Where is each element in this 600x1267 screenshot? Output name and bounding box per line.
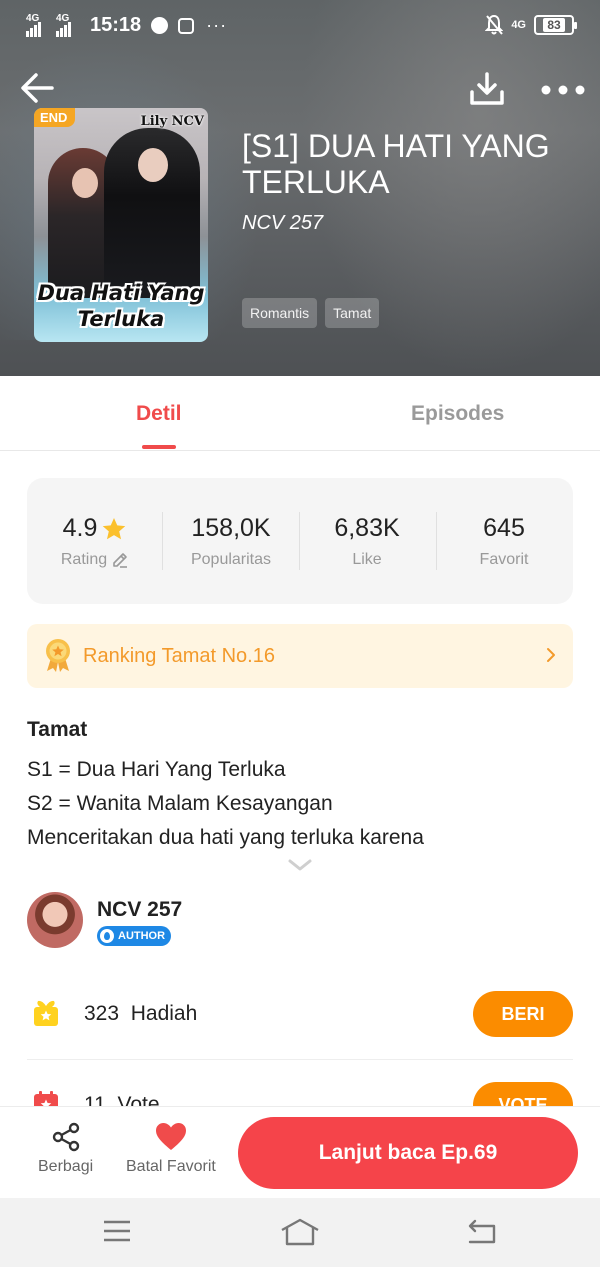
like-label: Like <box>352 551 382 568</box>
tag-tamat[interactable]: Tamat <box>325 298 380 328</box>
edit-pencil-icon[interactable] <box>111 551 129 569</box>
unfavorite-label: Batal Favorit <box>126 1158 216 1175</box>
stats-card: 4.9 Rating 158,0K Popularitas 6,83K Like… <box>27 478 573 604</box>
network-type: 4G <box>511 19 526 31</box>
stat-favorite: 645 Favorit <box>436 514 572 569</box>
ranking-text: Ranking Tamat No.16 <box>83 645 275 667</box>
favorite-value: 645 <box>483 514 525 542</box>
home-icon[interactable] <box>280 1218 320 1246</box>
clock: 15:18 <box>90 14 142 36</box>
cover-title: Dua Hati Yang Terluka <box>37 281 205 331</box>
network-type: 4G <box>26 12 40 24</box>
medal-icon <box>46 639 70 672</box>
bottom-action-bar: Berbagi Batal Favorit Lanjut baca Ep.69 <box>0 1106 600 1198</box>
star-icon <box>103 517 126 539</box>
synopsis-line: S2 = Wanita Malam Kesayangan <box>27 792 333 815</box>
author-badge: AUTHOR <box>97 926 172 946</box>
rating-label: Rating <box>60 551 108 568</box>
gift-count: 323 Hadiah <box>84 1002 197 1026</box>
signal-icon: 4G <box>26 12 50 37</box>
instagram-icon <box>178 17 195 34</box>
book-cover[interactable]: END Lily NCV Dua Hati Yang Terluka <box>34 108 208 342</box>
signal-icon: 4G <box>56 12 80 37</box>
share-label: Berbagi <box>38 1158 94 1175</box>
like-value: 6,83K <box>334 514 400 542</box>
continue-reading-button[interactable]: Lanjut baca Ep.69 <box>238 1117 578 1189</box>
back-nav-icon[interactable] <box>466 1218 498 1246</box>
rating-value: 4.9 <box>62 514 98 542</box>
tab-bar: Detil Episodes <box>0 376 600 451</box>
status-bar-right: 4G 83 <box>485 14 577 36</box>
battery-icon: 83 <box>534 15 577 35</box>
book-author[interactable]: NCV 257 <box>242 212 323 235</box>
notification-icon <box>151 17 169 34</box>
stat-rating[interactable]: 4.9 Rating <box>27 514 163 569</box>
download-icon[interactable] <box>468 70 506 108</box>
avatar[interactable] <box>27 892 83 948</box>
unfavorite-button[interactable]: Batal Favorit <box>126 1121 216 1176</box>
gift-row: 323 Hadiah BERI <box>27 976 573 1056</box>
more-options-icon[interactable] <box>540 78 586 102</box>
status-bar-left: 4G 4G 15:18 ··· <box>26 12 228 37</box>
book-title: [S1] DUA HATI YANG TERLUKA <box>242 128 550 200</box>
tag-romantis[interactable]: Romantis <box>242 298 318 328</box>
bell-muted-icon <box>485 14 504 35</box>
tab-episodes[interactable]: Episodes <box>411 402 504 426</box>
popularity-value: 158,0K <box>191 514 271 542</box>
author-row[interactable]: NCV 257 AUTHOR <box>27 892 573 952</box>
cover-figure-face <box>72 168 98 198</box>
cover-figure-face <box>138 148 168 182</box>
gift-count-label: Hadiah <box>130 1002 198 1025</box>
active-tab-indicator <box>142 445 176 449</box>
synopsis-heading: Tamat <box>27 718 88 741</box>
expand-chevron-icon[interactable] <box>287 858 313 872</box>
genre-tags: Romantis Tamat <box>242 298 380 328</box>
menu-icon[interactable] <box>102 1218 132 1244</box>
favorite-label: Favorit <box>479 551 529 568</box>
gift-count-number: 323 <box>84 1002 120 1025</box>
stat-popularity: 158,0K Popularitas <box>163 514 299 569</box>
ranking-banner[interactable]: Ranking Tamat No.16 <box>27 624 573 688</box>
divider <box>27 1059 573 1060</box>
give-gift-button[interactable]: BERI <box>473 991 573 1037</box>
author-name[interactable]: NCV 257 <box>97 898 182 922</box>
more-notifications-icon: ··· <box>206 15 228 35</box>
system-navigation-bar <box>0 1198 600 1267</box>
network-type: 4G <box>56 12 70 24</box>
cover-signature: Lily NCV <box>140 114 204 129</box>
status-bar: 4G 4G 15:18 ··· 4G 83 <box>0 0 600 54</box>
synopsis-line: S1 = Dua Hari Yang Terluka <box>27 758 286 781</box>
share-button[interactable]: Berbagi <box>38 1121 93 1176</box>
heart-icon <box>155 1123 186 1150</box>
author-badge-icon <box>100 929 114 943</box>
synopsis-line: Menceritakan dua hati yang terluka karen… <box>27 826 424 849</box>
gift-icon <box>34 1000 58 1026</box>
end-badge: END <box>34 108 76 127</box>
battery-level: 83 <box>543 18 565 32</box>
stat-like: 6,83K Like <box>299 514 435 569</box>
popularity-label: Popularitas <box>190 551 272 568</box>
chevron-right-icon <box>547 648 555 662</box>
back-arrow-icon[interactable] <box>18 68 58 108</box>
tab-detil[interactable]: Detil <box>136 402 182 426</box>
share-icon <box>52 1122 79 1152</box>
book-header: 4G 4G 15:18 ··· 4G 83 END Lily NCV Dua H… <box>0 0 600 376</box>
synopsis: Tamat S1 = Dua Hari Yang Terluka S2 = Wa… <box>27 718 573 855</box>
author-badge-label: AUTHOR <box>118 930 166 942</box>
